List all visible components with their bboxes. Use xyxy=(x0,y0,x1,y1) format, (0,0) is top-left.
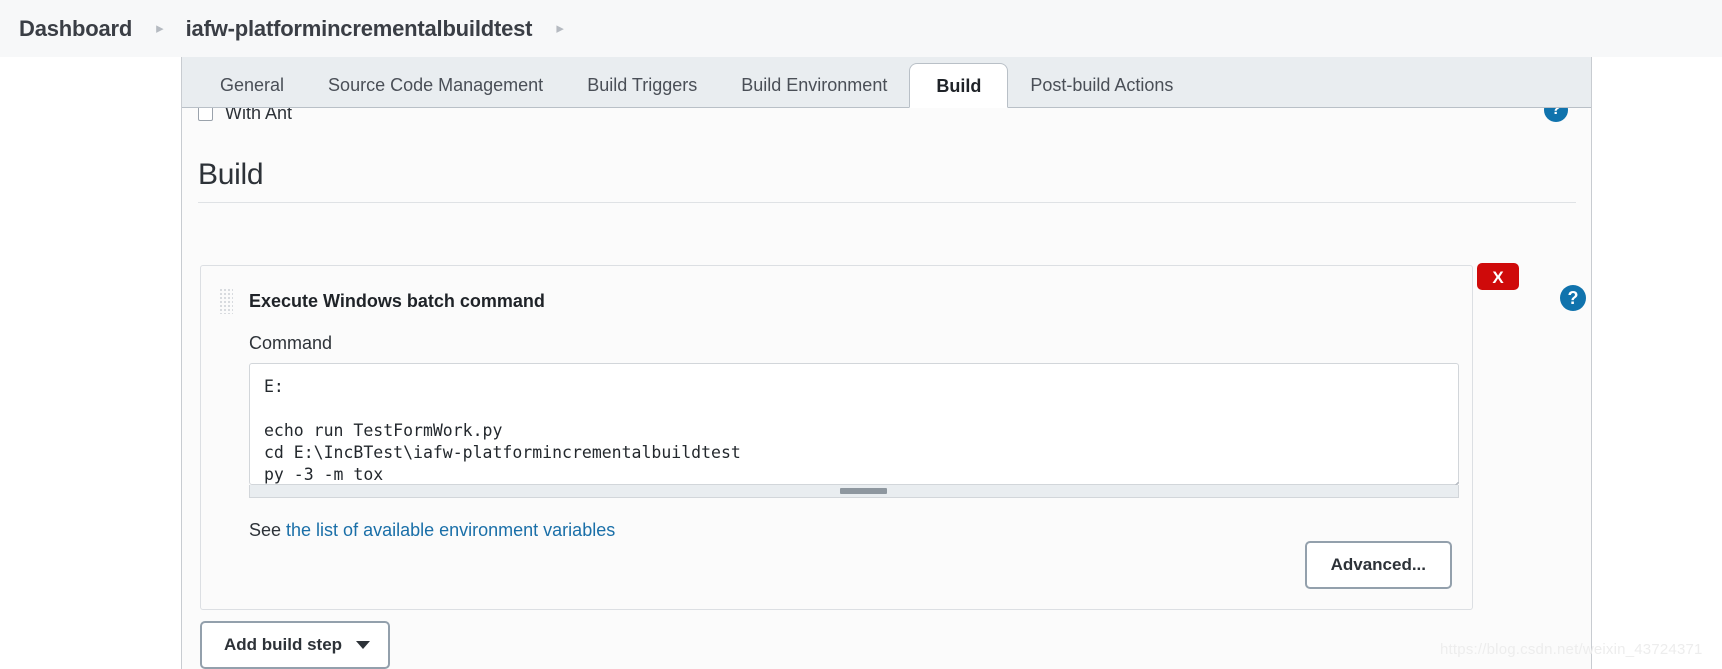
tab-source-code-management[interactable]: Source Code Management xyxy=(306,63,565,108)
add-build-step-button[interactable]: Add build step xyxy=(200,621,391,669)
config-tabbar: General Source Code Management Build Tri… xyxy=(182,53,1591,108)
add-build-step-label: Add build step xyxy=(224,635,343,654)
section-divider xyxy=(198,202,1576,203)
env-hint-prefix: See xyxy=(249,520,287,540)
build-step-title: Execute Windows batch command xyxy=(249,290,545,311)
command-field-wrapper xyxy=(249,363,1462,498)
build-section-header: Build xyxy=(198,158,1576,203)
delete-build-step-button[interactable]: X xyxy=(1477,263,1519,290)
tab-build[interactable]: Build xyxy=(909,63,1009,108)
build-step-header: Execute Windows batch command xyxy=(201,266,1472,314)
build-step-help-icon[interactable]: ? xyxy=(1560,285,1586,311)
with-ant-checkbox[interactable] xyxy=(198,108,213,121)
breadcrumb-separator-icon: ▸ xyxy=(156,20,164,37)
drag-handle-icon[interactable] xyxy=(219,288,233,314)
left-gutter xyxy=(0,57,181,669)
breadcrumb-item-job[interactable]: iafw-platformincrementalbuildtest xyxy=(180,14,539,44)
config-content: With Ant ? Build Execute Windows batch c… xyxy=(182,108,1591,669)
command-label: Command xyxy=(249,333,333,353)
config-panel: General Source Code Management Build Tri… xyxy=(181,53,1592,669)
right-gutter xyxy=(1592,57,1722,669)
watermark: https://blog.csdn.net/weixin_43724371 xyxy=(1440,641,1703,658)
command-horizontal-scrollbar[interactable] xyxy=(249,485,1459,498)
with-ant-label: With Ant xyxy=(225,108,293,123)
with-ant-row: With Ant xyxy=(198,108,1558,128)
page-title: Build xyxy=(198,158,264,191)
build-step-card: Execute Windows batch command Command Se… xyxy=(200,265,1473,610)
env-variables-link[interactable]: the list of available environment variab… xyxy=(286,520,615,540)
command-input[interactable] xyxy=(249,363,1459,485)
scrollbar-thumb[interactable] xyxy=(840,488,887,494)
tab-build-environment[interactable]: Build Environment xyxy=(719,63,909,108)
env-variables-hint: See the list of available environment va… xyxy=(201,498,1472,541)
jenkins-job-config-page: Dashboard ▸ iafw-platformincrementalbuil… xyxy=(0,0,1722,669)
advanced-button[interactable]: Advanced... xyxy=(1304,541,1452,589)
breadcrumb-separator-icon-2: ▸ xyxy=(556,20,564,37)
tab-build-triggers[interactable]: Build Triggers xyxy=(565,63,719,108)
breadcrumb: Dashboard ▸ iafw-platformincrementalbuil… xyxy=(0,0,1722,57)
breadcrumb-item-dashboard[interactable]: Dashboard xyxy=(13,14,138,44)
tab-post-build-actions[interactable]: Post-build Actions xyxy=(1008,63,1195,108)
chevron-down-icon xyxy=(356,641,371,649)
tab-general[interactable]: General xyxy=(198,63,306,108)
